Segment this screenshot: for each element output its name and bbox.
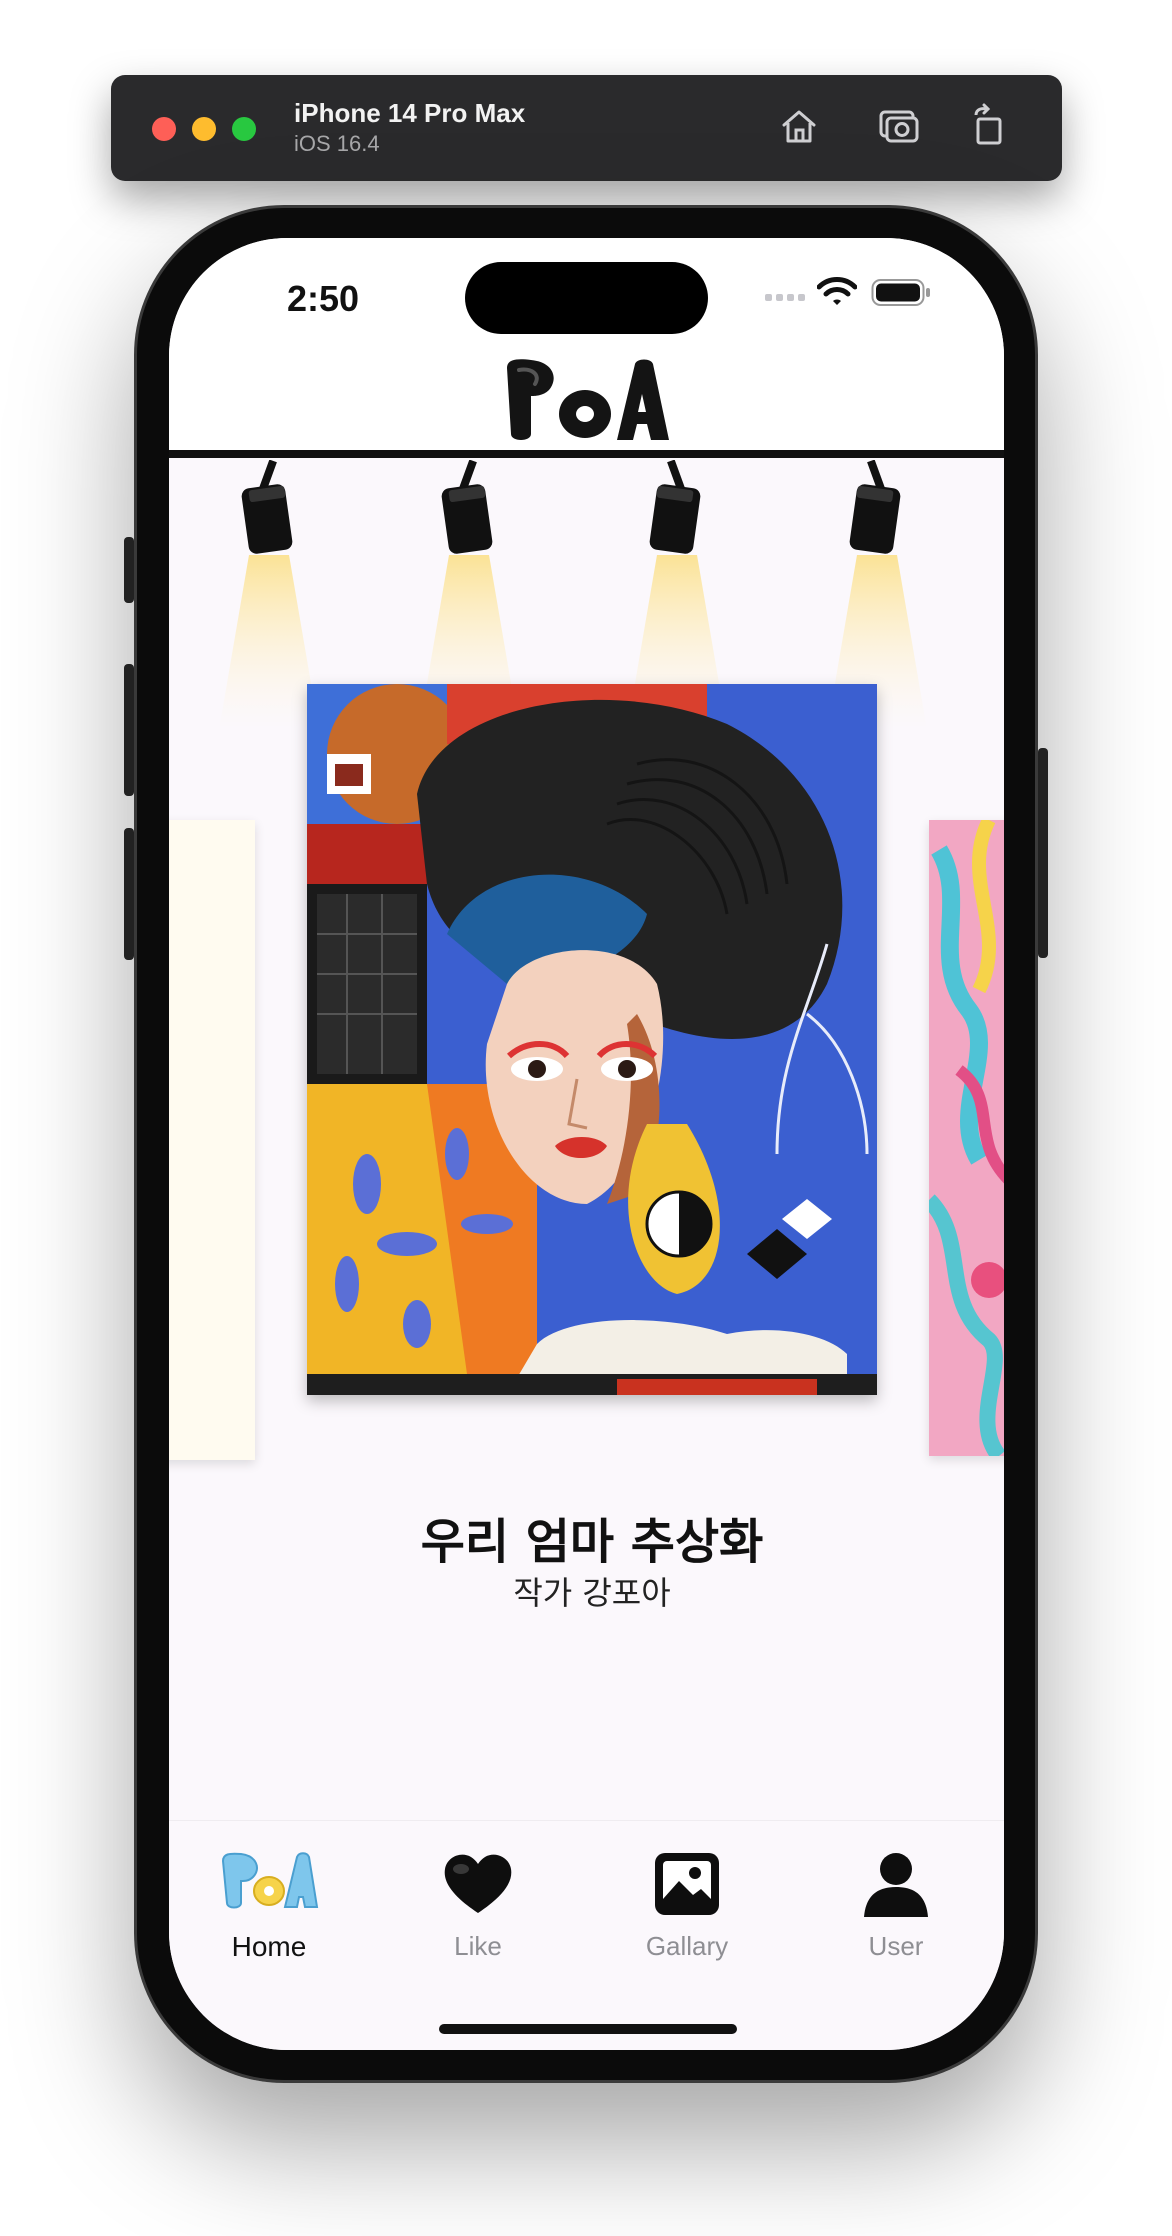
volume-down-button xyxy=(124,828,134,960)
tab-like[interactable]: Like xyxy=(378,1821,578,2021)
heart-icon xyxy=(444,1854,512,1913)
poa-logo xyxy=(507,359,669,440)
tab-user[interactable]: User xyxy=(796,1821,996,2021)
mute-switch xyxy=(124,537,134,603)
artwork-title: 우리 엄마 추상화 xyxy=(420,1514,764,1570)
wifi-icon xyxy=(817,277,857,305)
home-indicator[interactable] xyxy=(439,2024,737,2034)
close-window-button[interactable] xyxy=(152,117,176,141)
artwork-card-next[interactable] xyxy=(929,820,1004,1456)
dynamic-island xyxy=(465,262,708,334)
power-button xyxy=(1038,748,1048,958)
artwork-card-current[interactable] xyxy=(307,684,877,1395)
gallery-icon xyxy=(655,1853,719,1915)
artwork-image xyxy=(307,684,877,1395)
header-divider xyxy=(169,450,1004,458)
tab-home[interactable]: Home xyxy=(169,1821,369,2021)
rotate-icon[interactable] xyxy=(966,103,1012,149)
tab-bar: Home Like Gallary User xyxy=(169,1820,1004,2050)
artwork-artist: 작가 강포아 xyxy=(513,1574,671,1612)
minimize-window-button[interactable] xyxy=(192,117,216,141)
tab-gallery-label: Gallary xyxy=(645,1931,729,1961)
zoom-window-button[interactable] xyxy=(232,117,256,141)
device-name: iPhone 14 Pro Max xyxy=(294,98,526,128)
phone-screen: 2:50 우리 엄마 추상화 작가 강포아 Home Like Gallary … xyxy=(169,238,1004,2050)
battery-icon xyxy=(871,279,930,306)
tab-home-label: Home xyxy=(231,1931,307,1962)
tab-gallery[interactable]: Gallary xyxy=(587,1821,787,2021)
volume-up-button xyxy=(124,664,134,796)
os-version: iOS 16.4 xyxy=(294,131,380,156)
artwork-card-previous[interactable] xyxy=(169,820,255,1460)
cellular-icon xyxy=(765,294,805,301)
tab-like-label: Like xyxy=(454,1931,502,1961)
poa-logo-icon xyxy=(221,1852,319,1909)
home-icon[interactable] xyxy=(776,103,822,149)
screenshot-icon[interactable] xyxy=(876,103,922,149)
artwork-image-next xyxy=(929,820,1004,1456)
tab-user-label: User xyxy=(868,1931,924,1961)
status-time: 2:50 xyxy=(287,278,360,319)
user-icon xyxy=(864,1853,928,1917)
